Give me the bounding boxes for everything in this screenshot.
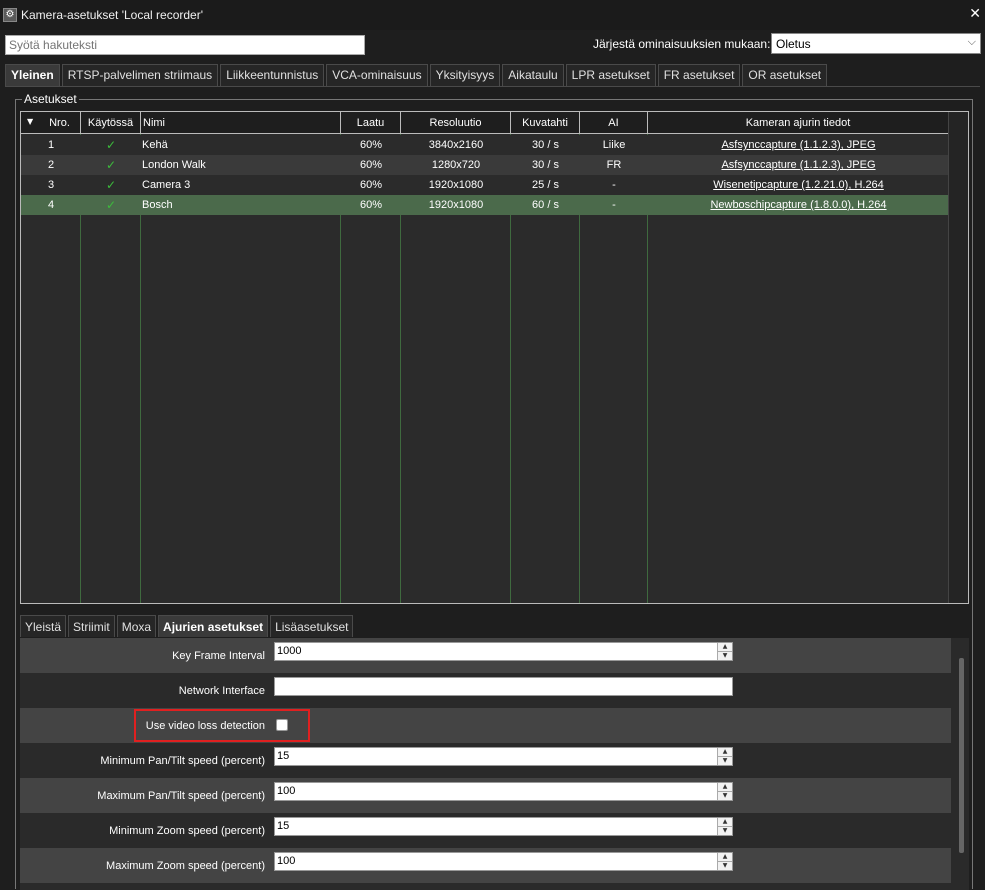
sort-selected-value: Oletus [776,37,811,51]
sort-desc-icon: ▼ [27,117,34,126]
spin-up-icon[interactable]: ▲ [718,748,732,757]
tab-yleinen[interactable]: Yleinen [5,64,60,87]
min-zoom-input[interactable]: 15 ▲ ▼ [274,817,733,836]
close-icon[interactable]: ✕ [969,6,981,22]
driver-link[interactable]: Asfsynccapture (1.1.2.3), JPEG [648,135,949,155]
table-scrollbar[interactable] [948,112,968,603]
min-pan-tilt-input[interactable]: 15 ▲ ▼ [274,747,733,766]
sort-dropdown[interactable]: Oletus ⌵ [771,33,981,54]
check-icon: ✓ [105,178,117,192]
setting-row: Maximum Pan/Tilt speed (percent) 100 ▲ ▼ [20,778,951,813]
spinner[interactable]: ▲ ▼ [717,853,732,870]
driver-link[interactable]: Newboschipcapture (1.8.0.0), H.264 [648,195,949,215]
table-row[interactable]: 2 ✓ London Walk 60% 1280x720 30 / s FR A… [21,155,950,175]
highlight-box [134,709,310,742]
tab-motion-detection[interactable]: Liikkeentunnistus [220,64,325,86]
settings-group-title: Asetukset [22,92,79,106]
column-header-name[interactable]: Nimi [141,112,341,134]
tab-fr[interactable]: FR asetukset [657,64,741,86]
max-pan-tilt-input[interactable]: 100 ▲ ▼ [274,782,733,801]
spin-down-icon[interactable]: ▼ [718,827,732,836]
enabled-check[interactable]: ✓ [81,135,141,155]
driver-settings-panel: Key Frame Interval 1000 ▲ ▼ Network Inter… [20,638,969,890]
key-frame-interval-input[interactable]: 1000 ▲ ▼ [274,642,733,661]
check-icon: ✓ [105,198,117,212]
tab-divider [5,86,980,87]
settings-gear-icon: ⚙ [3,8,17,22]
driver-link[interactable]: Wisenetipcapture (1.2.21.0), H.264 [648,175,949,195]
setting-row: Network Interface [20,673,951,708]
tab-privacy[interactable]: Yksityisyys [429,64,501,86]
table-header: ▼ Nro. Käytössä Nimi Laatu Resoluutio Ku… [21,112,950,134]
max-zoom-label: Maximum Zoom speed (percent) [106,859,265,872]
subtab-advanced[interactable]: Lisäasetukset [270,615,354,637]
tab-schedule[interactable]: Aikataulu [502,64,564,86]
column-header-enabled[interactable]: Käytössä [81,112,141,134]
enabled-check[interactable]: ✓ [81,175,141,195]
spinner[interactable]: ▲ ▼ [717,818,732,835]
column-header-quality[interactable]: Laatu [341,112,401,134]
panel-scrollbar[interactable] [959,658,964,853]
main-tabs: Yleinen RTSP-palvelimen striimaus Liikke… [5,64,829,87]
table-row[interactable]: 3 ✓ Camera 3 60% 1920x1080 25 / s - Wise… [21,175,950,195]
sub-tabs: Yleistä Striimit Moxa Ajurien asetukset … [20,615,355,637]
tab-lpr[interactable]: LPR asetukset [565,64,656,86]
enabled-check[interactable]: ✓ [81,155,141,175]
network-interface-label: Network Interface [178,684,265,697]
search-input[interactable] [5,35,365,55]
chevron-down-icon: ⌵ [967,35,976,48]
setting-row: Key Frame Interval 1000 ▲ ▼ [20,638,951,673]
subtab-general[interactable]: Yleistä [20,615,67,637]
spin-down-icon[interactable]: ▼ [718,652,732,661]
column-header-resolution[interactable]: Resoluutio [401,112,511,134]
key-frame-interval-label: Key Frame Interval [172,649,265,662]
title-bar: ⚙ Kamera-asetukset 'Local recorder' ✕ [0,0,985,30]
spin-up-icon[interactable]: ▲ [718,643,732,652]
setting-row: Maximum Zoom speed (percent) 100 ▲ ▼ [20,848,951,883]
tab-vca[interactable]: VCA-ominaisuus [326,64,428,86]
spin-down-icon[interactable]: ▼ [718,862,732,871]
subtab-driver-settings[interactable]: Ajurien asetukset [158,615,269,637]
network-interface-input[interactable] [274,677,733,696]
check-icon: ✓ [105,158,117,172]
sort-label: Järjestä ominaisuuksien mukaan: [593,37,771,51]
driver-link[interactable]: Asfsynccapture (1.1.2.3), JPEG [648,155,949,175]
window-title: Kamera-asetukset 'Local recorder' [21,8,203,22]
spin-up-icon[interactable]: ▲ [718,783,732,792]
table-row[interactable]: 1 ✓ Kehä 60% 3840x2160 30 / s Liike Asfs… [21,135,950,155]
max-pan-tilt-label: Maximum Pan/Tilt speed (percent) [97,789,265,802]
column-header-nro[interactable]: ▼ Nro. [21,112,81,134]
spin-up-icon[interactable]: ▲ [718,818,732,827]
spinner[interactable]: ▲ ▼ [717,643,732,660]
min-zoom-label: Minimum Zoom speed (percent) [109,824,265,837]
subtab-moxa[interactable]: Moxa [116,615,157,637]
spin-up-icon[interactable]: ▲ [718,853,732,862]
column-header-ai[interactable]: AI [580,112,648,134]
tab-rtsp[interactable]: RTSP-palvelimen striimaus [61,64,219,86]
setting-row: Minimum Pan/Tilt speed (percent) 15 ▲ ▼ [20,743,951,778]
spinner[interactable]: ▲ ▼ [717,748,732,765]
tab-or[interactable]: OR asetukset [742,64,828,86]
check-icon: ✓ [105,138,117,152]
min-pan-tilt-label: Minimum Pan/Tilt speed (percent) [100,754,265,767]
setting-row: Minimum Zoom speed (percent) 15 ▲ ▼ [20,813,951,848]
enabled-check[interactable]: ✓ [81,195,141,215]
spin-down-icon[interactable]: ▼ [718,757,732,766]
column-header-fps[interactable]: Kuvatahti [511,112,580,134]
subtab-streams[interactable]: Striimit [68,615,115,637]
max-zoom-input[interactable]: 100 ▲ ▼ [274,852,733,871]
table-row-selected[interactable]: 4 ✓ Bosch 60% 1920x1080 60 / s - Newbosc… [21,195,950,215]
camera-table: ▼ Nro. Käytössä Nimi Laatu Resoluutio Ku… [20,111,969,604]
spinner[interactable]: ▲ ▼ [717,783,732,800]
column-header-driver[interactable]: Kameran ajurin tiedot [648,112,949,134]
spin-down-icon[interactable]: ▼ [718,792,732,801]
